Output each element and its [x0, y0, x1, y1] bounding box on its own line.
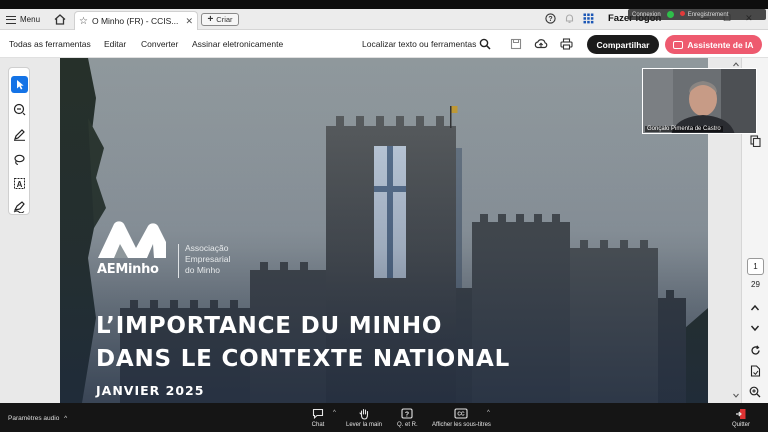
recording-status-bar: Connexion Enregistrement — [628, 9, 766, 20]
aeminho-logo — [98, 221, 166, 258]
find-tools-search[interactable]: Localizar texto ou ferramentas — [362, 39, 476, 49]
refresh-icon[interactable] — [748, 343, 762, 357]
svg-text:?: ? — [548, 16, 552, 23]
ai-assistant-button[interactable]: Assistente de IA — [665, 35, 762, 54]
question-icon: ? — [400, 407, 414, 420]
association-name: Associação Empresarial do Minho — [185, 243, 230, 275]
record-dot-icon — [679, 11, 685, 16]
page-export-icon[interactable] — [748, 364, 762, 378]
upload-cloud-icon[interactable] — [534, 37, 548, 51]
captions-button[interactable]: CC Afficher les sous-titres — [432, 407, 491, 428]
document-tab[interactable]: ☆ O Minho (FR) - CCIS... ✕ — [74, 11, 198, 30]
exit-icon — [734, 407, 748, 420]
logo-divider — [178, 244, 179, 278]
assoc-line-1: Associação — [185, 243, 229, 253]
sign-tool[interactable] — [11, 198, 28, 215]
chevron-up-icon: ^ — [64, 415, 68, 422]
home-button[interactable] — [52, 12, 68, 27]
slide-date: JANVIER 2025 — [96, 383, 205, 398]
quit-button[interactable]: Quitter — [732, 407, 750, 428]
menu-label: Menu — [20, 15, 41, 24]
headline-line-2: DANS LE CONTEXTE NATIONAL — [96, 346, 511, 372]
total-pages: 29 — [751, 280, 760, 289]
pen-icon — [14, 129, 25, 141]
zoom-in-icon[interactable] — [748, 385, 762, 399]
meeting-controls-bar: Paramètres audio ^ Chat ^ Lever la main … — [0, 403, 768, 432]
cc-icon: CC — [454, 407, 469, 420]
chat-options-icon[interactable]: ^ — [333, 410, 336, 416]
bell-icon[interactable] — [563, 12, 576, 25]
quit-label: Quitter — [732, 422, 751, 428]
apps-grid-icon[interactable] — [582, 12, 595, 25]
new-tab-label: Criar — [216, 15, 233, 24]
comment-add-icon — [13, 103, 26, 116]
comment-tool[interactable] — [11, 101, 28, 118]
edit-menu[interactable]: Editar — [104, 39, 126, 49]
current-page-input[interactable]: 1 — [747, 258, 764, 275]
all-tools-menu[interactable]: Todas as ferramentas — [9, 39, 91, 49]
search-icon[interactable] — [478, 37, 492, 51]
help-icon[interactable]: ? — [544, 12, 557, 25]
assoc-line-2: Empresarial — [185, 253, 231, 264]
chat-button[interactable]: Chat — [311, 407, 325, 428]
signature-icon — [13, 201, 25, 213]
page-up-icon[interactable] — [748, 301, 762, 315]
participant-video — [643, 69, 756, 133]
close-tab-icon[interactable]: ✕ — [185, 16, 193, 27]
text-tool[interactable]: A — [11, 175, 28, 192]
ai-chat-icon — [673, 40, 684, 49]
webcam-thumbnail[interactable]: Gonçalo Pimenta de Castro — [642, 68, 757, 134]
cursor-icon — [16, 80, 24, 90]
svg-text:A: A — [17, 180, 23, 189]
raise-hand-label: Lever la main — [346, 422, 383, 428]
page-down-icon[interactable] — [748, 321, 762, 335]
hamburger-icon — [6, 15, 16, 24]
save-icon[interactable] — [509, 37, 523, 51]
share-button[interactable]: Compartilhar — [587, 35, 659, 54]
qa-button[interactable]: ? Q. et R. — [397, 407, 418, 428]
text-box-icon: A — [14, 178, 25, 189]
lasso-icon — [14, 154, 25, 166]
captions-options-icon[interactable]: ^ — [487, 410, 490, 416]
ai-assistant-label: Assistente de IA — [687, 39, 754, 50]
sign-menu[interactable]: Assinar eletronicamente — [192, 39, 283, 49]
highlight-tool[interactable] — [11, 126, 28, 143]
app-toolbar: Todas as ferramentas Editar Converter As… — [0, 30, 768, 58]
chat-label: Chat — [311, 422, 325, 428]
quick-tools-palette: A — [8, 67, 30, 215]
raise-hand-button[interactable]: Lever la main — [346, 407, 382, 428]
slide-headline: L’IMPORTANCE DU MINHO DANS LE CONTEXTE N… — [96, 310, 510, 376]
recording-label: Enregistrement — [687, 12, 729, 18]
star-icon[interactable]: ☆ — [79, 16, 88, 27]
audio-settings-label: Paramètres audio — [8, 415, 60, 422]
copy-pages-icon[interactable] — [748, 134, 762, 148]
headline-line-1: L’IMPORTANCE DU MINHO — [96, 313, 443, 339]
audio-settings-button[interactable]: Paramètres audio ^ — [8, 415, 67, 422]
shield-icon — [666, 11, 674, 18]
connection-label: Connexion — [632, 11, 661, 18]
select-tool[interactable] — [11, 76, 28, 93]
print-icon[interactable] — [559, 37, 573, 51]
tab-title: O Minho (FR) - CCIS... — [91, 16, 179, 26]
plus-icon: + — [207, 14, 214, 25]
top-strip — [0, 0, 768, 9]
home-icon — [54, 14, 66, 25]
new-tab-button[interactable]: + Criar — [201, 13, 239, 26]
chat-icon — [311, 407, 325, 420]
hand-icon — [357, 407, 371, 420]
participant-name: Gonçalo Pimenta de Castro — [645, 126, 723, 132]
captions-label: Afficher les sous-titres — [432, 422, 491, 428]
svg-text:?: ? — [405, 411, 409, 418]
menu-button[interactable]: Menu — [6, 12, 40, 27]
draw-tool[interactable] — [11, 151, 28, 168]
logo-wordmark: AEMinho — [97, 262, 159, 277]
assoc-line-3: do Minho — [185, 264, 220, 275]
svg-text:CC: CC — [458, 412, 466, 418]
slide-page: AEMinho Associação Empresarial do Minho … — [60, 58, 708, 403]
convert-menu[interactable]: Converter — [141, 39, 178, 49]
qa-label: Q. et R. — [397, 422, 418, 428]
